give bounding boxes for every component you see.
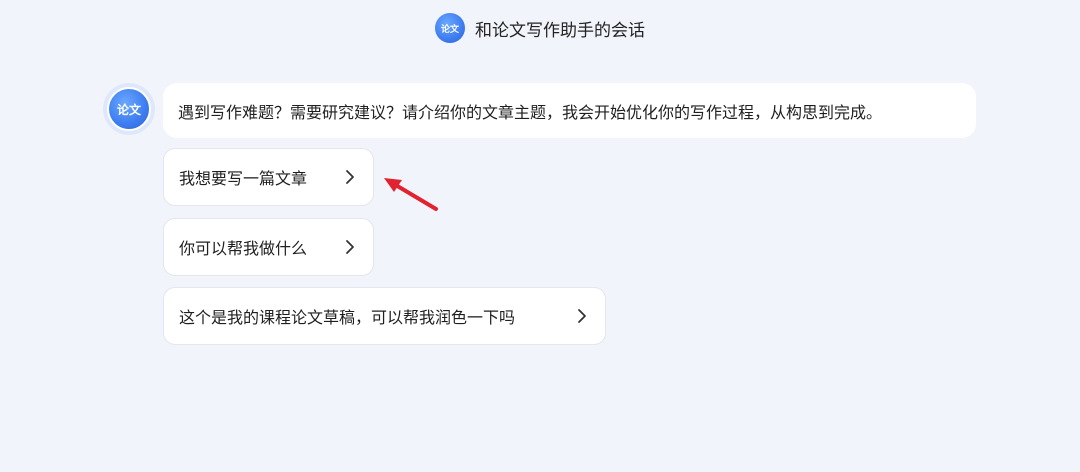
assistant-avatar-text: 论文 bbox=[116, 102, 141, 117]
assistant-logo-icon: 论文 bbox=[435, 13, 465, 43]
chevron-right-icon bbox=[342, 239, 358, 255]
chevron-right-icon bbox=[342, 169, 358, 185]
assistant-avatar: 论文 bbox=[103, 83, 155, 135]
suggestion-polish-draft-button[interactable]: 这个是我的课程论文草稿，可以帮我润色一下吗 bbox=[163, 287, 606, 345]
suggestion-label: 你可以帮我做什么 bbox=[179, 239, 308, 258]
suggestion-label: 我想要写一篇文章 bbox=[179, 169, 308, 188]
assistant-message-bubble: 遇到写作难题？需要研究建议？请介绍你的文章主题，我会开始优化你的写作过程，从构思… bbox=[163, 83, 976, 138]
suggestion-label: 这个是我的课程论文草稿，可以帮我润色一下吗 bbox=[179, 308, 516, 327]
assistant-avatar-icon: 论文 bbox=[107, 87, 151, 131]
red-arrow-annotation-icon bbox=[380, 172, 444, 220]
assistant-logo-text: 论文 bbox=[440, 24, 459, 35]
chat-header: 论文 和论文写作助手的会话 bbox=[0, 12, 1080, 44]
chevron-right-icon bbox=[574, 308, 590, 324]
suggestion-write-article-button[interactable]: 我想要写一篇文章 bbox=[163, 148, 374, 206]
suggestion-what-can-you-do-button[interactable]: 你可以帮我做什么 bbox=[163, 218, 374, 276]
conversation-title: 和论文写作助手的会话 bbox=[475, 20, 645, 41]
assistant-message-text: 遇到写作难题？需要研究建议？请介绍你的文章主题，我会开始优化你的写作过程，从构思… bbox=[178, 102, 883, 122]
